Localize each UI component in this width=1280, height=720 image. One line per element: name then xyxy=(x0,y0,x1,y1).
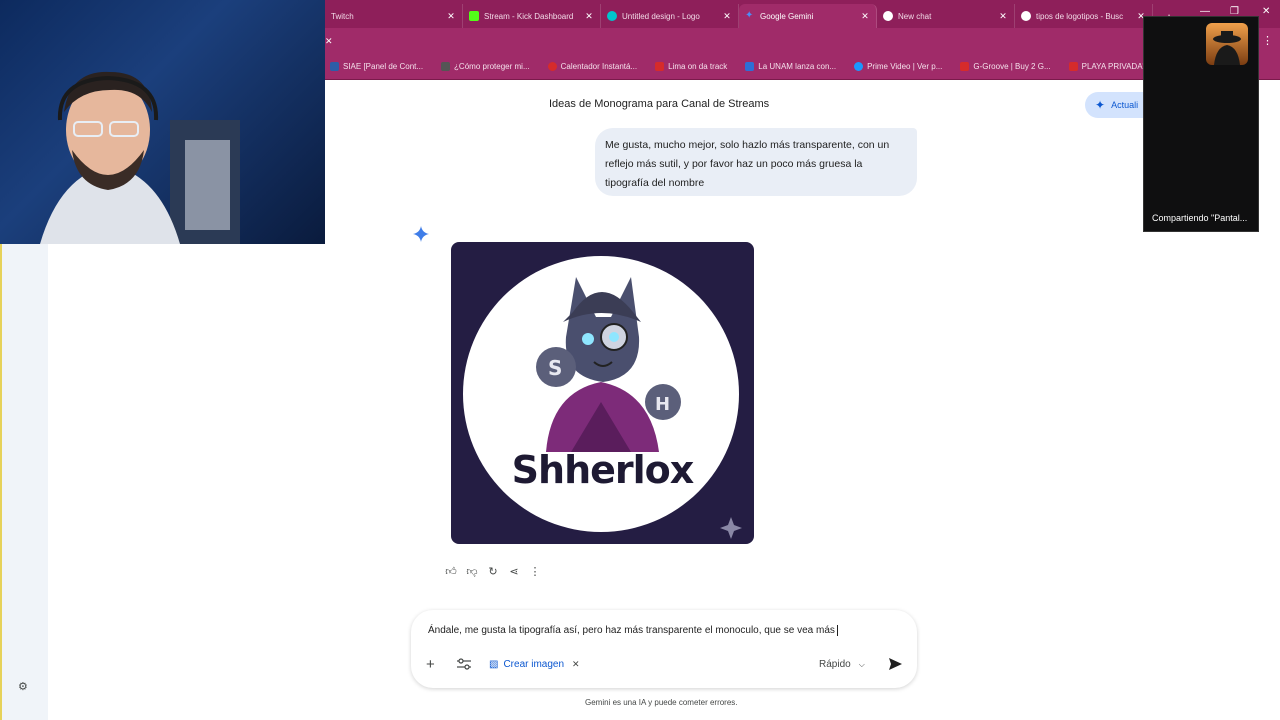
close-icon[interactable]: ✕ xyxy=(998,11,1008,22)
bookmark-item[interactable]: Lima on da track xyxy=(655,62,727,71)
tab-kick[interactable]: Stream - Kick Dashboard ✕ xyxy=(463,4,601,28)
update-label: Actuali xyxy=(1111,100,1139,110)
close-icon[interactable]: ✕ xyxy=(325,36,333,47)
prompt-input-text: Ándale, me gusta la tipografía así, pero… xyxy=(428,625,835,637)
chevron-down-icon: ⌵ xyxy=(858,659,865,669)
bookmark-icon xyxy=(960,62,970,71)
bookmark-label: Calentador Instantá... xyxy=(560,62,638,71)
webcam-person-illustration xyxy=(40,71,240,244)
thumbs-down-icon[interactable]: 👎︎ xyxy=(465,563,479,579)
tab-google-search[interactable]: tipos de logotipos - Busc ✕ xyxy=(1015,4,1153,28)
add-icon[interactable]: + xyxy=(426,656,435,673)
bookmark-item[interactable]: Prime Video | Ver p... xyxy=(854,62,942,71)
google-icon xyxy=(1021,11,1031,21)
bookmark-label: La UNAM lanza con... xyxy=(758,62,837,71)
close-icon[interactable]: ✕ xyxy=(584,11,594,22)
close-icon[interactable]: ✕ xyxy=(572,659,580,670)
bookmark-icon xyxy=(441,62,451,71)
user-message: Me gusta, mucho mejor, solo hazlo más tr… xyxy=(595,128,917,196)
tab-label: tipos de logotipos - Busc xyxy=(1036,11,1124,21)
avatar xyxy=(1206,23,1248,65)
regenerate-icon[interactable]: ↻ xyxy=(486,563,500,579)
bookmark-item[interactable]: SIAE [Panel de Cont... xyxy=(330,62,423,71)
svg-text:H: H xyxy=(655,394,670,415)
prompt-input-box[interactable]: Ándale, me gusta la tipografía así, pero… xyxy=(411,610,917,688)
bookmark-label: SIAE [Panel de Cont... xyxy=(343,62,424,71)
bookmark-label: G-Groove | Buy 2 G... xyxy=(973,62,1051,71)
settings-icon[interactable]: ⚙ xyxy=(18,680,28,693)
bookmark-label: ¿Cómo proteger mi... xyxy=(454,62,530,71)
svg-text:S: S xyxy=(548,356,562,380)
more-options-icon[interactable]: ⋮ xyxy=(528,563,542,579)
screen-share-overlay: Compartiendo "Pantal... xyxy=(1143,16,1259,232)
close-icon[interactable]: ✕ xyxy=(722,11,732,22)
tab-label: Untitled design - Logo xyxy=(622,11,700,21)
tab-canva[interactable]: Untitled design - Logo ✕ xyxy=(601,4,739,28)
bookmark-item[interactable]: La UNAM lanza con... xyxy=(745,62,836,71)
share-icon[interactable]: ⋖ xyxy=(507,563,521,579)
siae-icon xyxy=(330,62,339,71)
bookmark-label: Lima on da track xyxy=(668,62,728,71)
kick-icon xyxy=(469,11,479,21)
image-icon: ▧ xyxy=(489,659,499,670)
logo-illustration: S H xyxy=(463,256,742,539)
gemini-icon: ✦ xyxy=(745,10,754,21)
bookmark-icon xyxy=(655,62,665,71)
model-selector[interactable]: Rápido ⌵ xyxy=(819,659,865,670)
tab-label: New chat xyxy=(898,11,932,21)
logo-brand-text: Shherlox xyxy=(511,448,695,492)
bookmark-icon xyxy=(745,62,755,71)
tab-gemini[interactable]: ✦ Google Gemini ✕ xyxy=(739,4,877,28)
bookmark-item[interactable]: ¿Cómo proteger mi... xyxy=(441,62,530,71)
thumbs-up-icon[interactable]: 👍︎ xyxy=(444,563,458,579)
create-image-label: Crear imagen xyxy=(503,659,565,670)
tools-icon[interactable] xyxy=(457,658,471,670)
close-icon[interactable]: ✕ xyxy=(860,11,870,22)
tab-label: Google Gemini xyxy=(760,11,814,21)
bookmark-icon xyxy=(1068,62,1078,71)
tab-label: Stream - Kick Dashboard xyxy=(484,11,574,21)
close-icon[interactable]: ✕ xyxy=(446,11,456,22)
prime-video-icon xyxy=(854,62,864,71)
bookmark-item[interactable]: Calentador Instantá... xyxy=(547,62,638,71)
chatgpt-icon xyxy=(883,11,893,21)
menu-icon[interactable]: ⋮ xyxy=(1262,34,1273,47)
webcam-overlay xyxy=(0,0,325,244)
tab-label: Twitch xyxy=(331,11,354,21)
response-actions: 👍︎ 👎︎ ↻ ⋖ ⋮ xyxy=(444,563,542,579)
window-close-icon[interactable]: ✕ xyxy=(1262,6,1270,17)
disclaimer-text: Gemini es una IA y puede cometer errores… xyxy=(585,698,738,707)
canva-icon xyxy=(607,11,617,21)
generated-image[interactable]: S H Shherlox xyxy=(451,242,754,544)
gemini-icon xyxy=(413,226,429,242)
tab-new-chat[interactable]: New chat ✕ xyxy=(877,4,1015,28)
share-status-label: Compartiendo "Pantal... xyxy=(1152,213,1248,223)
bookmark-item[interactable]: G-Groove | Buy 2 G... xyxy=(960,62,1051,71)
tab-twitch[interactable]: Twitch ✕ xyxy=(325,4,463,28)
avatar-image xyxy=(1213,31,1241,65)
bookmark-label: Prime Video | Ver p... xyxy=(867,62,943,71)
send-icon[interactable] xyxy=(885,654,905,674)
bookmark-icon xyxy=(547,62,557,71)
prompt-input[interactable]: Ándale, me gusta la tipografía así, pero… xyxy=(428,625,838,636)
sparkle-icon: ✦ xyxy=(1095,98,1106,112)
model-label: Rápido xyxy=(819,659,851,670)
chat-title: Ideas de Monograma para Canal de Streams xyxy=(549,98,770,110)
create-image-chip[interactable]: ▧ Crear imagen ✕ xyxy=(489,659,580,670)
text-caret xyxy=(836,625,838,636)
